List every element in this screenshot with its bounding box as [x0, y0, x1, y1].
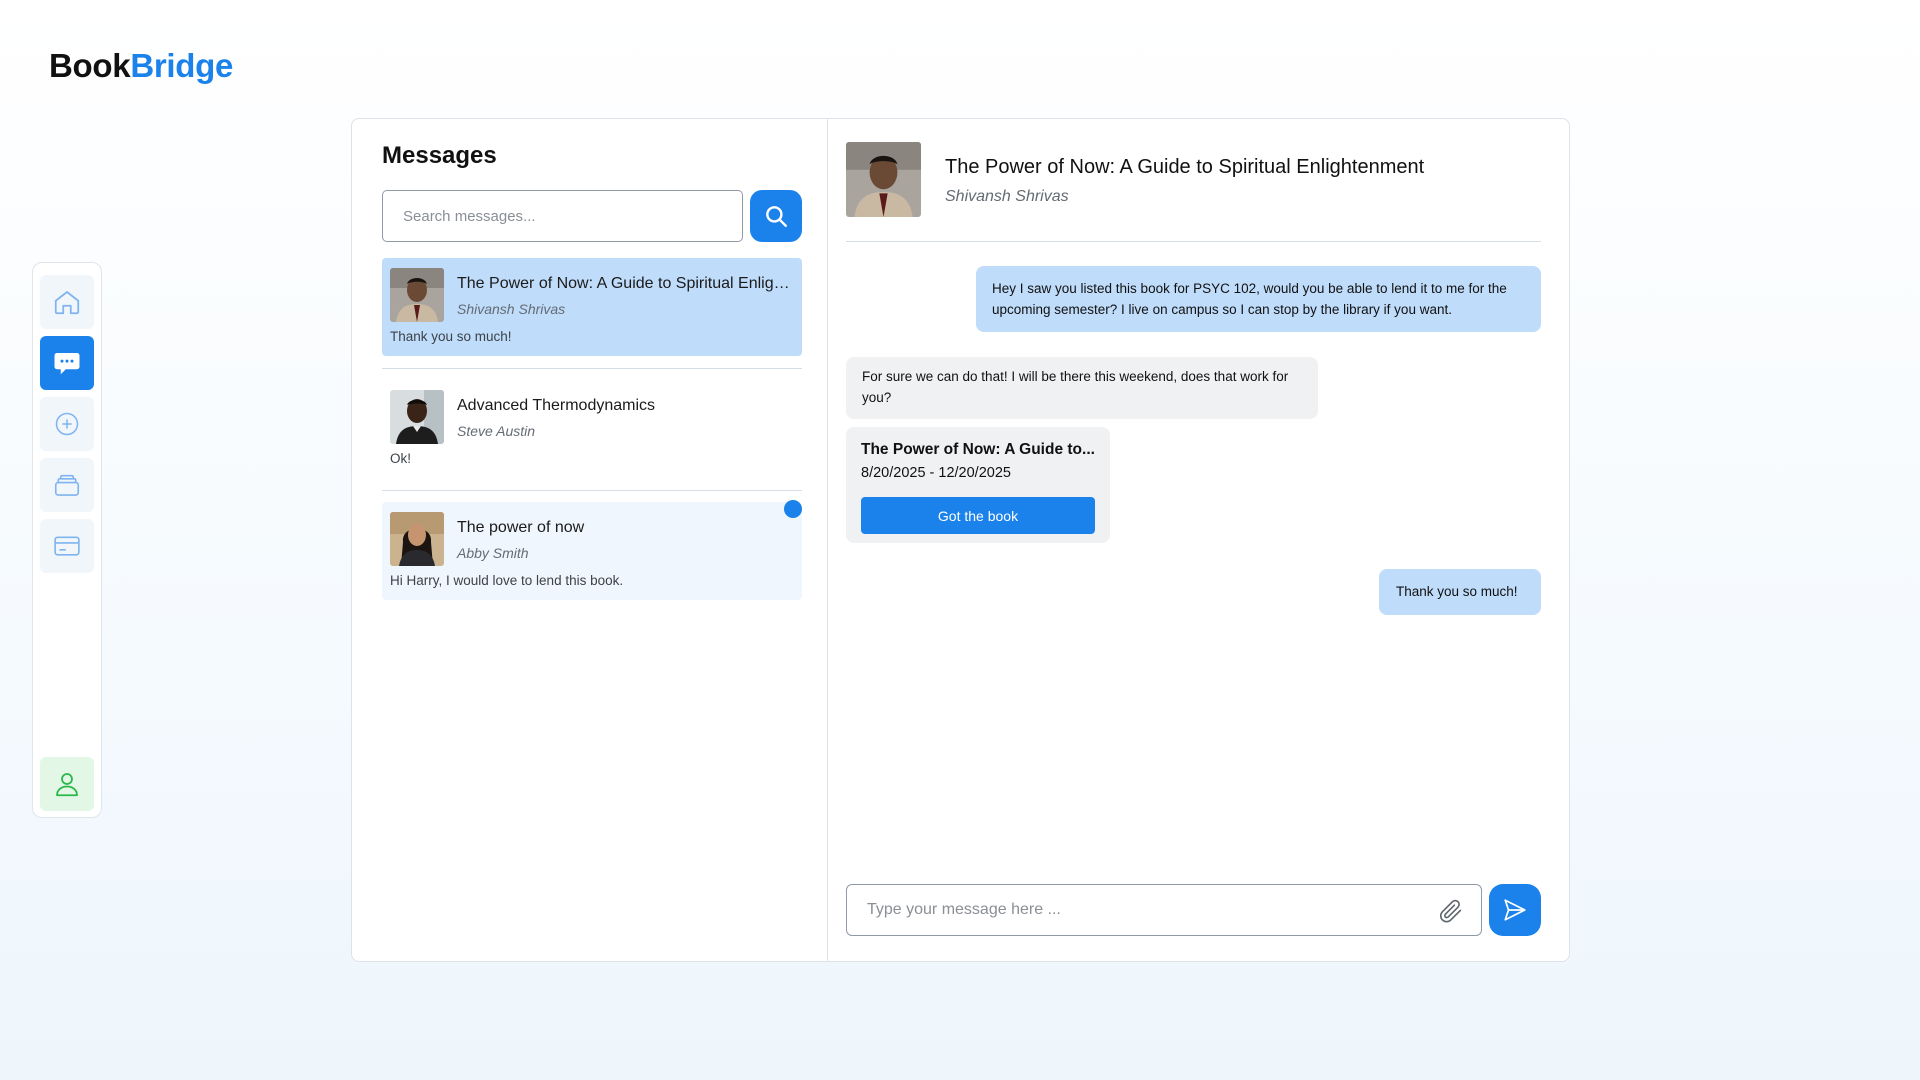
conversation-preview: Ok! — [390, 451, 412, 466]
got-the-book-button[interactable]: Got the book — [861, 497, 1095, 534]
paperclip-icon[interactable] — [1437, 897, 1465, 925]
message-input[interactable] — [848, 886, 1408, 934]
search-input[interactable] — [382, 190, 743, 242]
nav-home-button[interactable] — [40, 275, 94, 329]
avatar — [390, 268, 444, 322]
messages-card: Messages The Power of Now: A Guide to Sp… — [351, 118, 1570, 962]
nav-library-button[interactable] — [40, 458, 94, 512]
message-composer — [846, 884, 1482, 936]
message-bubble-outgoing: Hey I saw you listed this book for PSYC … — [976, 266, 1541, 332]
nav-profile-button[interactable] — [40, 757, 94, 811]
search-button[interactable] — [750, 190, 802, 242]
conversation-preview: Thank you so much! — [390, 329, 512, 344]
archive-icon — [54, 474, 80, 496]
book-card-title: The Power of Now: A Guide to... — [861, 441, 1095, 458]
nav-add-button[interactable] — [40, 397, 94, 451]
book-request-card: The Power of Now: A Guide to... 8/20/202… — [846, 427, 1110, 543]
list-divider — [382, 368, 802, 369]
nav-rail — [32, 262, 102, 818]
nav-payments-button[interactable] — [40, 519, 94, 573]
nav-messages-button[interactable] — [40, 336, 94, 390]
home-icon — [54, 291, 80, 315]
add-icon — [55, 412, 79, 436]
conversation-title: Advanced Thermodynamics — [457, 397, 656, 414]
chat-avatar — [846, 142, 921, 217]
conversation-user: Abby Smith — [457, 545, 529, 561]
send-button[interactable] — [1489, 884, 1541, 936]
logo-part-bridge: Bridge — [130, 47, 234, 84]
conversation-item[interactable]: The Power of Now: A Guide to Spiritual E… — [382, 258, 802, 356]
conversation-preview: Hi Harry, I would love to lend this book… — [390, 573, 624, 588]
chat-user: Shivansh Shrivas — [945, 188, 1069, 205]
message-bubble-incoming: For sure we can do that! I will be there… — [846, 357, 1318, 419]
unread-indicator — [784, 500, 802, 518]
avatar — [390, 390, 444, 444]
conversation-title: The power of now — [457, 519, 585, 536]
conversation-list-pane: Messages The Power of Now: A Guide to Sp… — [352, 119, 828, 961]
chat-title: The Power of Now: A Guide to Spiritual E… — [945, 156, 1425, 178]
logo-part-book: Book — [49, 47, 131, 84]
conversation-user: Steve Austin — [457, 423, 536, 439]
conversation-item[interactable]: The power of now Abby Smith Hi Harry, I … — [382, 502, 802, 600]
search-icon — [766, 206, 787, 227]
message-bubble-outgoing: Thank you so much! — [1379, 569, 1541, 615]
conversation-user: Shivansh Shrivas — [457, 301, 566, 317]
chat-header-divider — [846, 241, 1541, 242]
send-icon — [1504, 899, 1526, 921]
conversation-title: The Power of Now: A Guide to Spiritual E… — [457, 275, 797, 292]
book-card-dates: 8/20/2025 - 12/20/2025 — [861, 465, 1011, 481]
avatar — [390, 512, 444, 566]
messages-title: Messages — [382, 142, 497, 169]
chat-icon — [54, 353, 80, 375]
profile-icon — [56, 773, 78, 797]
list-divider — [382, 490, 802, 491]
app-logo[interactable]: BookBridge — [49, 47, 233, 85]
conversation-item[interactable]: Advanced Thermodynamics Steve Austin Ok! — [382, 380, 802, 478]
card-icon — [54, 536, 80, 556]
